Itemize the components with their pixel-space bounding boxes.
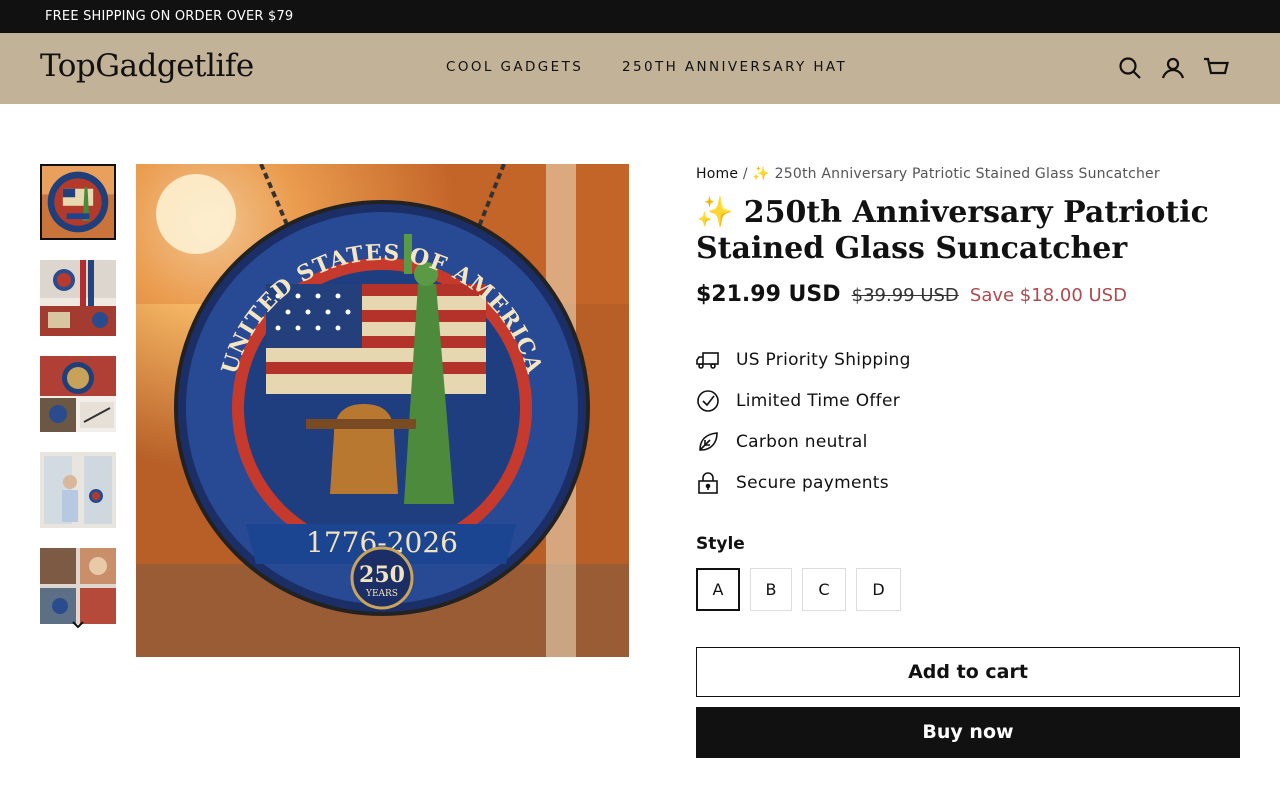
style-option-d[interactable]: D	[856, 568, 901, 611]
thumbnail-3[interactable]	[40, 356, 116, 432]
site-logo[interactable]: TopGadgetlife	[40, 48, 254, 84]
announcement-text: FREE SHIPPING ON ORDER OVER $79	[45, 9, 294, 24]
nav-250th-anniversary-hat[interactable]: 250TH ANNIVERSARY HAT	[622, 59, 847, 75]
style-option-b[interactable]: B	[750, 568, 792, 611]
feature-label: US Priority Shipping	[736, 350, 911, 370]
savings-badge: Save $18.00 USD	[969, 285, 1127, 306]
style-option-c[interactable]: C	[802, 568, 846, 611]
style-label: Style	[696, 534, 745, 554]
chevron-down-icon[interactable]	[68, 614, 88, 634]
cart-icon[interactable]	[1203, 55, 1229, 81]
thumbnail-1[interactable]	[40, 164, 116, 240]
truck-icon	[696, 348, 720, 372]
lock-icon	[696, 471, 720, 495]
image-count-text: 250	[359, 562, 405, 588]
compare-price: $39.99 USD	[851, 285, 959, 306]
feature-item: US Priority Shipping	[696, 346, 996, 376]
product-main-image[interactable]: 1776-2026 250 YEARS UNITED STATES OF AME…	[136, 164, 629, 657]
style-option-a[interactable]: A	[696, 568, 740, 611]
breadcrumb: Home / ✨ 250th Anniversary Patriotic Sta…	[696, 166, 1160, 182]
add-to-cart-button[interactable]: Add to cart	[696, 647, 1240, 697]
leaf-icon	[696, 430, 720, 454]
search-icon[interactable]	[1117, 55, 1143, 81]
breadcrumb-current: ✨ 250th Anniversary Patriotic Stained Gl…	[752, 166, 1160, 182]
buy-now-button[interactable]: Buy now	[696, 707, 1240, 758]
feature-label: Limited Time Offer	[736, 391, 901, 411]
thumbnail-5[interactable]	[40, 548, 116, 624]
breadcrumb-separator: /	[742, 166, 748, 182]
thumbnail-4[interactable]	[40, 452, 116, 528]
sale-price: $21.99 USD	[696, 282, 841, 307]
image-count-sub-text: YEARS	[365, 589, 398, 599]
site-header: TopGadgetlife COOL GADGETS 250TH ANNIVER…	[0, 33, 1280, 104]
check-circle-icon	[696, 389, 720, 413]
breadcrumb-home-link[interactable]: Home	[696, 166, 738, 182]
thumbnail-2[interactable]	[40, 260, 116, 336]
feature-label: Carbon neutral	[736, 432, 868, 452]
product-title: ✨ 250th Anniversary Patriotic Stained Gl…	[696, 195, 1209, 266]
feature-item: Limited Time Offer	[696, 387, 996, 417]
feature-item: Carbon neutral	[696, 428, 996, 458]
announcement-bar: FREE SHIPPING ON ORDER OVER $79	[0, 0, 1280, 33]
feature-label: Secure payments	[736, 473, 889, 493]
account-icon[interactable]	[1160, 55, 1186, 81]
price-row: $21.99 USD $39.99 USD Save $18.00 USD	[696, 282, 1127, 307]
feature-item: Secure payments	[696, 469, 996, 499]
nav-cool-gadgets[interactable]: COOL GADGETS	[446, 59, 583, 75]
